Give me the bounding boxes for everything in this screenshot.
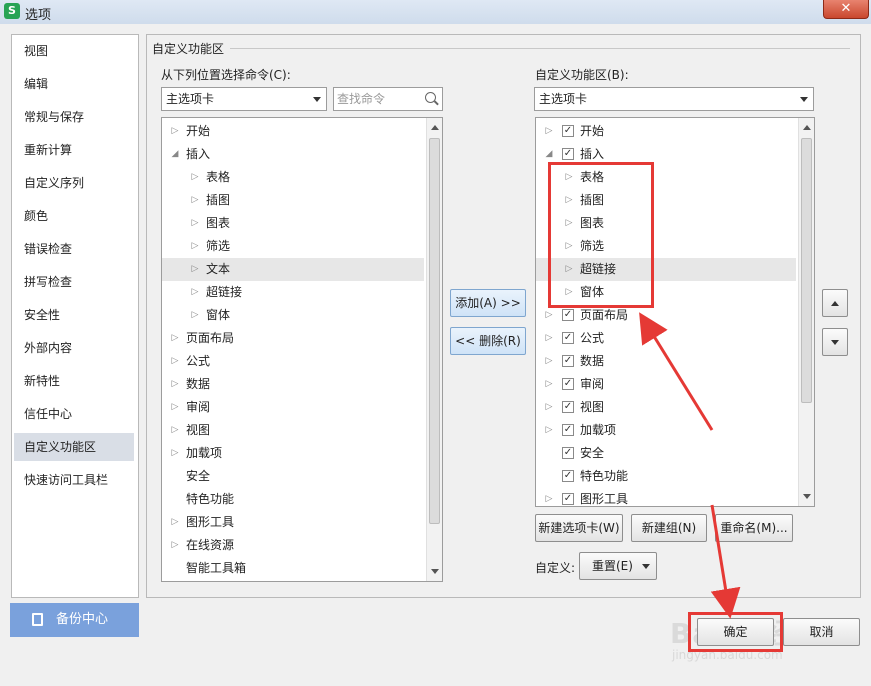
arrow-to-groups xyxy=(639,312,714,431)
arrow-to-ok xyxy=(710,504,741,619)
annotation-arrows xyxy=(639,312,741,619)
